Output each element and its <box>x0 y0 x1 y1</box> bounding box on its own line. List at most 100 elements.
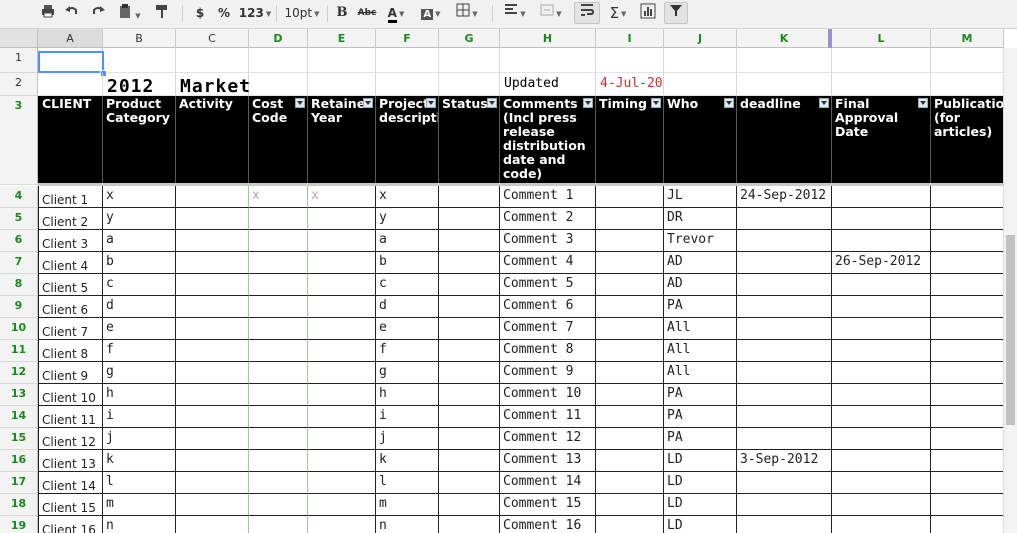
cell-project[interactable]: i <box>376 406 439 428</box>
cell-empty[interactable] <box>439 340 500 362</box>
cell-who[interactable]: All <box>664 340 737 362</box>
cell-empty[interactable] <box>931 208 1004 230</box>
merge-cells-button[interactable]: ▼ <box>536 3 566 23</box>
cell-empty[interactable] <box>439 186 500 208</box>
cell-empty[interactable] <box>596 230 664 252</box>
cell-approval[interactable] <box>832 428 931 450</box>
cell-cost[interactable] <box>249 252 308 274</box>
cell-empty[interactable] <box>596 450 664 472</box>
cell-client[interactable]: Client 3 <box>38 230 103 252</box>
cell-empty[interactable] <box>176 406 249 428</box>
column-header-c[interactable]: C <box>176 29 249 48</box>
cell-approval[interactable] <box>832 296 931 318</box>
header-final-approval[interactable]: Final Approval Date <box>832 96 931 183</box>
cell-approval[interactable] <box>832 472 931 494</box>
cell-deadline[interactable] <box>737 516 832 533</box>
header-cost-code[interactable]: Cost Code <box>249 96 308 183</box>
cell-comment[interactable]: Comment 14 <box>500 472 596 494</box>
cell-client[interactable]: Client 12 <box>38 428 103 450</box>
borders-button[interactable]: ▼ <box>452 3 482 23</box>
cell-r2[interactable] <box>737 73 832 96</box>
cell-comment[interactable]: Comment 10 <box>500 384 596 406</box>
cell-deadline[interactable] <box>737 208 832 230</box>
cell-empty[interactable] <box>176 340 249 362</box>
row-header-6[interactable]: 6 <box>0 230 38 252</box>
cell-retainer[interactable] <box>308 274 376 296</box>
cell-product[interactable]: a <box>103 230 176 252</box>
cell-client[interactable]: Client 5 <box>38 274 103 296</box>
cell-empty[interactable] <box>176 252 249 274</box>
cell-r2[interactable] <box>439 73 500 96</box>
cell-cost[interactable] <box>249 516 308 533</box>
cell-project[interactable]: c <box>376 274 439 296</box>
cell-deadline[interactable] <box>737 318 832 340</box>
cell-empty[interactable] <box>439 318 500 340</box>
cell-client[interactable]: Client 2 <box>38 208 103 230</box>
cell-empty[interactable] <box>176 516 249 533</box>
cell-retainer[interactable] <box>308 318 376 340</box>
cell-who[interactable]: All <box>664 318 737 340</box>
cell-cost[interactable]: x <box>249 186 308 208</box>
cell-client[interactable]: Client 6 <box>38 296 103 318</box>
cell-comment[interactable]: Comment 7 <box>500 318 596 340</box>
cell-deadline[interactable] <box>737 274 832 296</box>
cell-r1[interactable] <box>596 48 664 73</box>
cell-r2[interactable] <box>376 73 439 96</box>
cell-product[interactable]: n <box>103 516 176 533</box>
cell-r2[interactable] <box>308 73 376 96</box>
cell-retainer[interactable] <box>308 384 376 406</box>
cell-empty[interactable] <box>439 208 500 230</box>
cell-comment[interactable]: Comment 13 <box>500 450 596 472</box>
cell-empty[interactable] <box>931 516 1004 533</box>
paint-format-icon[interactable] <box>152 3 172 23</box>
cell-who[interactable]: LD <box>664 472 737 494</box>
row-header-12[interactable]: 12 <box>0 362 38 384</box>
cell-retainer[interactable] <box>308 516 376 533</box>
column-header-d[interactable]: D <box>249 29 308 48</box>
cell-r1[interactable] <box>249 48 308 73</box>
filter-button[interactable] <box>664 2 688 24</box>
cell-approval[interactable] <box>832 274 931 296</box>
cell-empty[interactable] <box>439 362 500 384</box>
row-header-15[interactable]: 15 <box>0 428 38 450</box>
cell-empty[interactable] <box>439 296 500 318</box>
cell-comment[interactable]: Comment 6 <box>500 296 596 318</box>
cell-project[interactable]: m <box>376 494 439 516</box>
cell-deadline[interactable] <box>737 362 832 384</box>
column-header-f[interactable]: F <box>376 29 439 48</box>
header-who[interactable]: Who <box>664 96 737 183</box>
filter-dropdown-icon[interactable] <box>426 98 436 108</box>
cell-deadline[interactable] <box>737 406 832 428</box>
strikethrough-button[interactable]: Abc <box>356 3 378 23</box>
fill-color-button[interactable]: A ▼ <box>416 3 446 23</box>
column-header-h[interactable]: H <box>500 29 596 48</box>
cell-r2[interactable] <box>931 73 1004 96</box>
cell-comment[interactable]: Comment 12 <box>500 428 596 450</box>
cell-product[interactable]: g <box>103 362 176 384</box>
cell-empty[interactable] <box>176 186 249 208</box>
cell-project[interactable]: g <box>376 362 439 384</box>
percent-format-button[interactable]: % <box>214 3 234 23</box>
cell-r1[interactable] <box>500 48 596 73</box>
cell-cost[interactable] <box>249 472 308 494</box>
cell-approval[interactable] <box>832 494 931 516</box>
column-header-j[interactable]: J <box>664 29 737 48</box>
cell-approval[interactable] <box>832 406 931 428</box>
cell-empty[interactable] <box>931 340 1004 362</box>
cell-retainer[interactable]: x <box>308 186 376 208</box>
cell-comment[interactable]: Comment 9 <box>500 362 596 384</box>
cell-empty[interactable] <box>439 428 500 450</box>
cell-r2[interactable] <box>249 73 308 96</box>
cell-empty[interactable] <box>931 428 1004 450</box>
cell-product[interactable]: y <box>103 208 176 230</box>
cell-empty[interactable] <box>931 274 1004 296</box>
cell-product[interactable]: i <box>103 406 176 428</box>
cell-empty[interactable] <box>596 186 664 208</box>
cell-empty[interactable] <box>596 516 664 533</box>
cell-retainer[interactable] <box>308 406 376 428</box>
wrap-text-button[interactable] <box>574 2 600 24</box>
cell-comment[interactable]: Comment 11 <box>500 406 596 428</box>
cell-r1[interactable] <box>376 48 439 73</box>
cell-product[interactable]: l <box>103 472 176 494</box>
row-header-11[interactable]: 11 <box>0 340 38 362</box>
